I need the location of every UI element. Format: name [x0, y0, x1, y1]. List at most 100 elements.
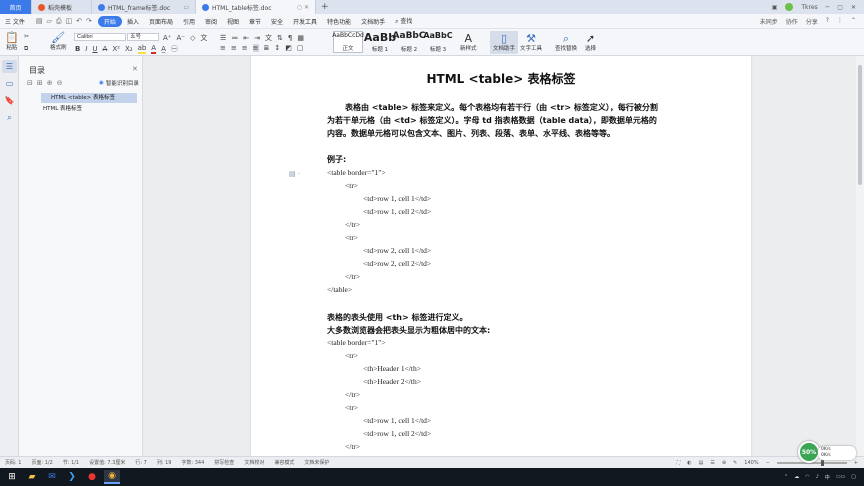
- write-mode-icon[interactable]: ✎: [733, 460, 737, 466]
- add-level-icon[interactable]: ⊕: [47, 79, 53, 87]
- menu-review[interactable]: 审阅: [200, 17, 222, 26]
- highlight-button[interactable]: ab: [137, 44, 147, 54]
- minimize-icon[interactable]: ─: [826, 4, 830, 11]
- menu-start[interactable]: 开始: [97, 15, 122, 27]
- ime-icon[interactable]: 中: [825, 474, 830, 481]
- paragraph-handle-icon[interactable]: ▤ ·: [289, 170, 300, 178]
- zoom-slider-knob[interactable]: [820, 459, 824, 466]
- bold-button[interactable]: B: [75, 45, 80, 53]
- outline-view-icon[interactable]: ☰: [710, 460, 714, 466]
- shrink-font-icon[interactable]: A⁻: [176, 34, 184, 42]
- select-button[interactable]: ➚ 选择: [585, 33, 596, 52]
- close-tab-icon[interactable]: ○ ✕: [297, 4, 309, 11]
- justify-icon[interactable]: ≡: [252, 44, 259, 52]
- format-painter-button[interactable]: 🖌 格式刷: [50, 32, 67, 51]
- web-view-icon[interactable]: ⊕: [722, 460, 726, 466]
- bookmark-icon[interactable]: 🔖: [2, 94, 17, 107]
- tab-docer[interactable]: 稻壳模板: [32, 0, 92, 14]
- shading-icon[interactable]: ◩: [285, 44, 292, 52]
- clock[interactable]: ▭▭: [836, 474, 845, 480]
- protect-status[interactable]: 文档未保护: [304, 459, 329, 466]
- style-heading-2[interactable]: AaBbC 标题 2: [393, 31, 426, 53]
- numbering-icon[interactable]: ≔: [231, 34, 238, 42]
- sort-icon[interactable]: ⇅: [277, 34, 283, 42]
- subscript-button[interactable]: X₂: [125, 45, 133, 53]
- toc-item[interactable]: HTML 表格标签: [43, 104, 82, 112]
- mail-icon[interactable]: ✉: [44, 470, 60, 484]
- align-left-icon[interactable]: ≡: [220, 44, 226, 52]
- open-icon[interactable]: ▱: [47, 17, 52, 26]
- file-explorer-icon[interactable]: ▰: [24, 470, 40, 484]
- zoom-level[interactable]: 140%: [744, 460, 758, 466]
- tab-frame-doc[interactable]: HTML_frame标签.doc ▭: [92, 0, 196, 14]
- table-icon[interactable]: ▦: [297, 34, 304, 42]
- menu-view[interactable]: 视图: [222, 17, 244, 26]
- char-shading-icon[interactable]: A̲: [161, 45, 166, 53]
- notification-icon[interactable]: ▢: [851, 474, 856, 480]
- layout-icon[interactable]: ▣: [772, 4, 778, 11]
- status-words[interactable]: 字数: 344: [181, 459, 204, 466]
- line-spacing-icon[interactable]: ↕: [274, 44, 280, 52]
- start-icon[interactable]: ⊞: [4, 470, 20, 484]
- smart-toc-button[interactable]: ◉ 智能识别目录: [99, 79, 139, 87]
- strikethrough-button[interactable]: A: [103, 45, 108, 53]
- expand-all-icon[interactable]: ⊞: [37, 79, 43, 87]
- close-tab-icon[interactable]: ▭: [183, 4, 189, 11]
- remove-level-icon[interactable]: ⊖: [57, 79, 63, 87]
- grow-font-icon[interactable]: A⁺: [163, 34, 171, 42]
- zoom-in-icon[interactable]: +: [854, 460, 858, 466]
- collapse-all-icon[interactable]: ⊟: [27, 79, 33, 87]
- cut-icon[interactable]: ✂: [24, 33, 29, 40]
- collapse-ribbon-icon[interactable]: ⌃: [851, 17, 856, 26]
- indent-icon[interactable]: ⇥: [254, 34, 260, 42]
- network-meter-badge[interactable]: 50%: [798, 441, 820, 463]
- print-icon[interactable]: ⎙: [56, 17, 62, 26]
- page-thumbnail-icon[interactable]: ▭: [2, 77, 17, 90]
- menu-layout[interactable]: 页面布局: [144, 17, 178, 26]
- media-icon[interactable]: ●: [84, 470, 100, 484]
- phonetic-icon[interactable]: 文: [200, 33, 207, 43]
- distribute-icon[interactable]: ≣: [264, 44, 270, 52]
- outdent-icon[interactable]: ⇤: [243, 34, 249, 42]
- align-center-icon[interactable]: ≡: [231, 44, 237, 52]
- wifi-icon[interactable]: ◠: [805, 474, 809, 480]
- menu-dev-tools[interactable]: 开发工具: [288, 17, 322, 26]
- eye-protect-icon[interactable]: ◐: [687, 460, 691, 466]
- enclose-char-icon[interactable]: ㊀: [171, 44, 178, 54]
- help-icon[interactable]: ?: [826, 17, 829, 26]
- menu-chapter[interactable]: 章节: [244, 17, 266, 26]
- preview-icon[interactable]: ◫: [66, 17, 73, 26]
- toc-item[interactable]: HTML <table> 表格标签: [41, 93, 137, 103]
- clear-format-icon[interactable]: ◇: [190, 34, 195, 42]
- find-panel-icon[interactable]: ⌕: [2, 111, 17, 124]
- tab-home[interactable]: 首页: [0, 0, 32, 14]
- underline-button[interactable]: U: [92, 45, 97, 53]
- close-icon[interactable]: ✕: [851, 4, 856, 11]
- menu-insert[interactable]: 插入: [122, 17, 144, 26]
- browser-icon[interactable]: ◉: [104, 470, 120, 484]
- vscode-icon[interactable]: ❯: [64, 470, 80, 484]
- style-heading-3[interactable]: AaBbC 标题 3: [423, 31, 453, 53]
- sync-status[interactable]: 未同步: [760, 17, 778, 26]
- fullscreen-icon[interactable]: ⛶: [677, 460, 681, 466]
- page-view-icon[interactable]: ▤: [699, 460, 704, 466]
- maximize-icon[interactable]: ▢: [837, 4, 843, 11]
- more-icon[interactable]: ⋮: [837, 17, 843, 26]
- document-page[interactable]: HTML <table> 表格标签 表格由 <table> 标签来定义。每个表格…: [251, 56, 751, 456]
- style-normal[interactable]: AaBbCcDd 正文: [332, 31, 364, 53]
- tray-icon[interactable]: ☁: [794, 474, 799, 480]
- menu-security[interactable]: 安全: [266, 17, 288, 26]
- chinese-layout-icon[interactable]: 文: [265, 33, 272, 43]
- redo-icon[interactable]: ↷: [86, 17, 92, 26]
- doc-helper-button[interactable]: ▯ 文档助手: [490, 31, 519, 54]
- font-name-select[interactable]: Calibri: [74, 33, 126, 41]
- font-size-select[interactable]: 五号: [127, 33, 159, 41]
- undo-icon[interactable]: ↶: [76, 17, 82, 26]
- toc-panel-icon[interactable]: ☰: [2, 60, 17, 73]
- align-right-icon[interactable]: ≡: [242, 44, 248, 52]
- italic-button[interactable]: I: [85, 45, 87, 53]
- username[interactable]: Tkres: [801, 4, 817, 11]
- scrollbar-thumb[interactable]: [858, 65, 862, 185]
- new-style-button[interactable]: A 新样式: [460, 33, 477, 52]
- font-color-button[interactable]: A: [151, 44, 157, 54]
